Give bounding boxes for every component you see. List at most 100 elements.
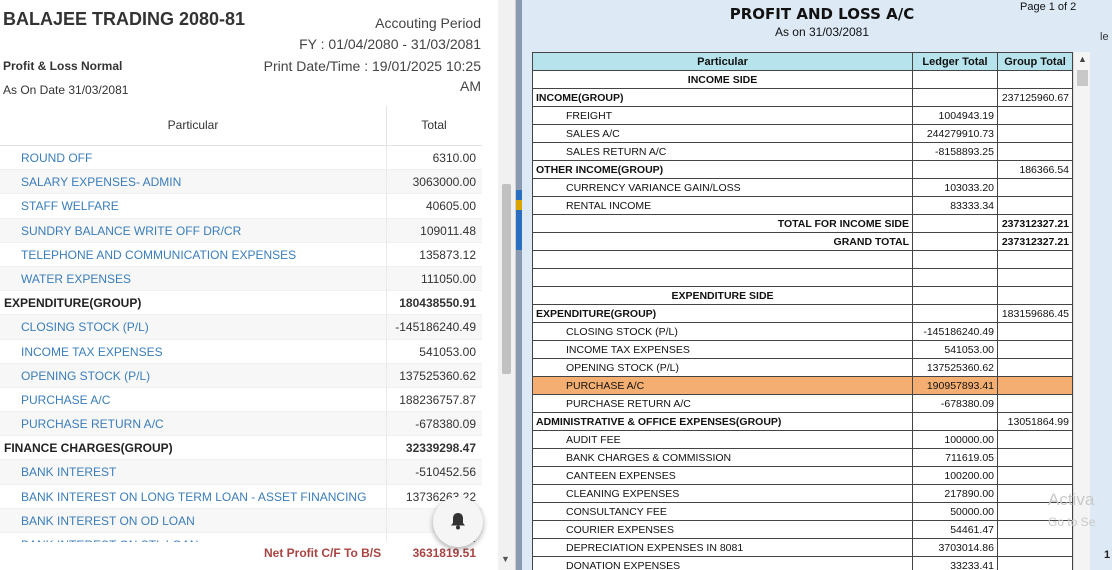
row-particular: INCOME TAX EXPENSES <box>532 340 913 359</box>
print-preview-panel: PROFIT AND LOSS A/C As on 31/03/2081 Pag… <box>522 0 1112 570</box>
row-group-total <box>997 70 1073 89</box>
row-ledger-total: 137525360.62 <box>912 358 998 377</box>
ledger-row[interactable]: TELEPHONE AND COMMUNICATION EXPENSES 1358… <box>0 242 482 267</box>
ledger-row[interactable]: INCOME TAX EXPENSES 541053.00 <box>0 339 482 364</box>
row-particular: CLEANING EXPENSES <box>532 484 913 503</box>
ledger-link[interactable]: CLOSING STOCK (P/L) <box>21 320 149 334</box>
ledger-row[interactable]: SUNDRY BALANCE WRITE OFF DR/CR 109011.48 <box>0 218 482 243</box>
row-group-total <box>997 448 1073 467</box>
row-total: 180438550.91 <box>386 296 476 311</box>
row-particular: CANTEEN EXPENSES <box>532 466 913 485</box>
row-particular: INCOME(GROUP) <box>532 88 913 107</box>
edge-hint-text: le <box>1100 31 1109 43</box>
ledger-link[interactable]: BANK INTEREST ON LONG TERM LOAN - ASSET … <box>21 490 366 504</box>
ledger-row[interactable]: BANK INTEREST ON OD LOAN296 <box>0 508 482 533</box>
report-row-item: CANTEEN EXPENSES 100200.00 <box>532 466 1073 485</box>
ledger-row[interactable]: WATER EXPENSES 111050.00 <box>0 266 482 292</box>
left-report-panel: BALAJEE TRADING 2080-81 Profit & Loss No… <box>0 0 516 570</box>
as-on-date: As On Date 31/03/2081 <box>3 83 129 97</box>
row-group-total <box>997 250 1073 269</box>
report-row-item: CLEANING EXPENSES 217890.00 <box>532 484 1073 503</box>
ledger-row[interactable]: BANK INTEREST ON LONG TERM LOAN - ASSET … <box>0 484 482 509</box>
accounting-period-label: Accouting Period <box>375 15 481 31</box>
row-particular <box>532 268 913 287</box>
ledger-row[interactable]: PURCHASE A/C 188236757.87 <box>0 387 482 413</box>
ledger-link[interactable]: SALARY EXPENSES- ADMIN <box>21 175 181 189</box>
left-scrollbar[interactable]: ▼ <box>498 0 515 570</box>
ledger-link[interactable]: BANK INTEREST ON OD LOAN <box>21 514 195 528</box>
bell-icon <box>451 513 465 530</box>
row-group-total <box>997 286 1073 305</box>
ledger-row[interactable]: SALARY EXPENSES- ADMIN 3063000.00 <box>0 170 482 195</box>
ledger-link[interactable]: STAFF WELFARE <box>21 199 119 213</box>
ledger-link[interactable]: BANK INTEREST <box>21 465 116 479</box>
left-scrollbar-thumb[interactable] <box>502 184 511 374</box>
ledger-link[interactable]: SUNDRY BALANCE WRITE OFF DR/CR <box>21 224 241 238</box>
notification-button[interactable] <box>433 497 483 547</box>
row-total: 111050.00 <box>386 271 476 286</box>
report-row-section: EXPENDITURE SIDE <box>532 286 1073 305</box>
row-group-total <box>997 196 1073 215</box>
ledger-link[interactable]: WATER EXPENSES <box>21 272 131 286</box>
ledger-link[interactable]: ROUND OFF <box>21 151 92 165</box>
row-ledger-total: 100000.00 <box>912 430 998 449</box>
report-name: Profit & Loss Normal <box>3 59 123 73</box>
row-group-total <box>997 340 1073 359</box>
row-ledger-total: 103033.20 <box>912 178 998 197</box>
ledger-link[interactable]: INCOME TAX EXPENSES <box>21 345 163 359</box>
report-row-item: CLOSING STOCK (P/L) -145186240.49 <box>532 322 1073 341</box>
row-particular: TOTAL FOR INCOME SIDE <box>532 214 913 233</box>
ledger-row[interactable]: BANK INTEREST ON STL LOAN8220 <box>0 533 482 542</box>
row-particular: CONSULTANCY FEE <box>532 502 913 521</box>
report-row-item: INCOME TAX EXPENSES 541053.00 <box>532 340 1073 359</box>
row-ledger-total: 1004943.19 <box>912 106 998 125</box>
ledger-row[interactable]: STAFF WELFARE 40605.00 <box>0 194 482 219</box>
group-row[interactable]: EXPENDITURE(GROUP) 180438550.91 <box>0 291 482 316</box>
column-header-particular[interactable]: Particular <box>0 118 386 132</box>
ledger-link[interactable]: PURCHASE RETURN A/C <box>21 417 164 431</box>
row-total: -678380.09 <box>386 417 476 432</box>
row-group-total <box>997 358 1073 377</box>
net-profit-value: 3631819.51 <box>412 546 476 560</box>
ledger-row[interactable]: ROUND OFF 6310.00 <box>0 146 482 171</box>
row-group-total: 237312327.21 <box>997 214 1073 233</box>
ledger-row[interactable]: OPENING STOCK (P/L) 137525360.62 <box>0 363 482 388</box>
row-ledger-total: -8158893.25 <box>912 142 998 161</box>
ledger-link[interactable]: TELEPHONE AND COMMUNICATION EXPENSES <box>21 248 296 262</box>
row-group-total <box>997 142 1073 161</box>
ledger-link[interactable]: PURCHASE A/C <box>21 393 110 407</box>
row-total: 32339298.47 <box>386 441 476 456</box>
row-particular <box>532 250 913 269</box>
row-group-total: 237312327.21 <box>997 232 1073 251</box>
row-total: 40605.00 <box>386 199 476 214</box>
page-indicator: Page 1 of 2 <box>1020 1 1077 13</box>
row-group-total <box>997 556 1073 570</box>
row-ledger-total: -678380.09 <box>912 394 998 413</box>
header-particular: Particular <box>532 52 913 71</box>
row-ledger-total <box>912 160 998 179</box>
row-total: 541053.00 <box>386 344 476 359</box>
scroll-down-icon[interactable]: ▼ <box>501 554 510 564</box>
ledger-row[interactable]: PURCHASE RETURN A/C -678380.09 <box>0 412 482 437</box>
report-row-item: PURCHASE A/C 190957893.41 <box>532 376 1073 395</box>
row-ledger-total: -145186240.49 <box>912 322 998 341</box>
fiscal-year: FY : 01/04/2080 - 31/03/2081 <box>299 36 481 52</box>
row-total: 188236757.87 <box>386 392 476 407</box>
row-particular: PURCHASE RETURN A/C <box>532 394 913 413</box>
column-header-total[interactable]: Total <box>386 118 482 132</box>
ledger-link[interactable]: OPENING STOCK (P/L) <box>21 369 150 383</box>
row-group-total <box>997 394 1073 413</box>
scroll-up-icon[interactable]: ▲ <box>1078 54 1087 64</box>
row-particular: RENTAL INCOME <box>532 196 913 215</box>
ledger-row[interactable]: CLOSING STOCK (P/L) -145186240.49 <box>0 315 482 340</box>
net-profit-label: Net Profit C/F To B/S <box>264 546 382 560</box>
ledger-row[interactable]: BANK INTEREST -510452.56 <box>0 460 482 485</box>
row-ledger-total <box>912 250 998 269</box>
right-scrollbar-thumb[interactable] <box>1077 70 1088 86</box>
group-row[interactable]: FINANCE CHARGES(GROUP) 32339298.47 <box>0 436 482 461</box>
report-row-item: SALES A/C 244279910.73 <box>532 124 1073 143</box>
row-particular: AUDIT FEE <box>532 430 913 449</box>
report-row-group: INCOME(GROUP) 237125960.67 <box>532 88 1073 107</box>
report-row-item: COURIER EXPENSES 54461.47 <box>532 520 1073 539</box>
row-ledger-total: 100200.00 <box>912 466 998 485</box>
